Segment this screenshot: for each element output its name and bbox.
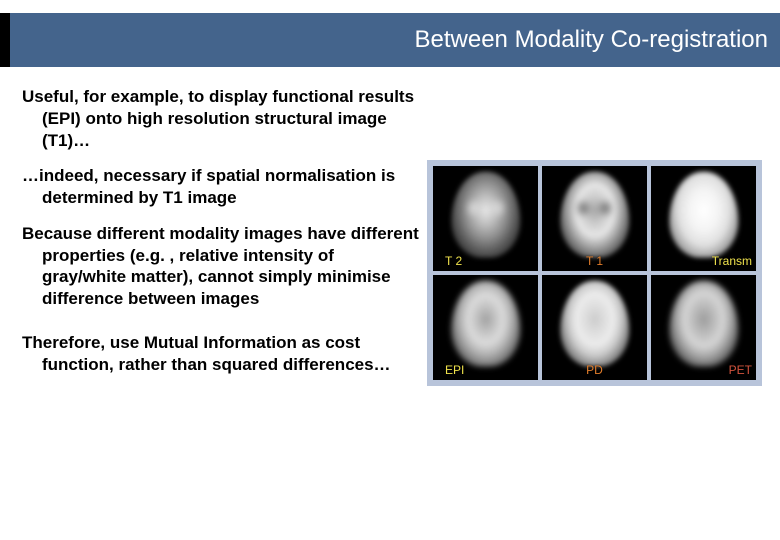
modality-cell-pd: PD [542, 275, 647, 380]
brain-icon [451, 171, 520, 257]
modality-label: PET [729, 364, 752, 376]
modality-cell-t1: T 1 [542, 166, 647, 271]
brain-icon [451, 280, 520, 366]
modality-label: Transm [712, 255, 752, 267]
paragraph-1: Useful, for example, to display function… [22, 86, 422, 151]
paragraph-3: Because different modality images have d… [22, 223, 422, 310]
brain-icon [669, 171, 738, 257]
title-bar-handle [0, 13, 10, 67]
slide: Between Modality Co-registration Useful,… [0, 0, 780, 540]
title-bar: Between Modality Co-registration [10, 13, 780, 67]
modality-cell-t2: T 2 [433, 166, 538, 271]
modality-grid: T 2 T 1 Transm EPI [433, 166, 756, 380]
modality-label: EPI [445, 364, 464, 376]
paragraph-2: …indeed, necessary if spatial normalisat… [22, 165, 422, 209]
brain-icon [560, 171, 629, 257]
modality-cell-epi: EPI [433, 275, 538, 380]
modality-cell-transm: Transm [651, 166, 756, 271]
modality-label: T 2 [445, 255, 462, 267]
modality-cell-pet: PET [651, 275, 756, 380]
modality-label: T 1 [586, 255, 603, 267]
slide-body: Useful, for example, to display function… [22, 86, 762, 528]
modality-panel: T 2 T 1 Transm EPI [427, 160, 762, 386]
paragraph-4: Therefore, use Mutual Information as cos… [22, 332, 422, 376]
brain-icon [560, 280, 629, 366]
slide-title: Between Modality Co-registration [415, 26, 769, 54]
text-column: Useful, for example, to display function… [22, 86, 422, 528]
brain-icon [669, 280, 738, 366]
image-column: T 2 T 1 Transm EPI [440, 86, 762, 528]
modality-label: PD [586, 364, 603, 376]
